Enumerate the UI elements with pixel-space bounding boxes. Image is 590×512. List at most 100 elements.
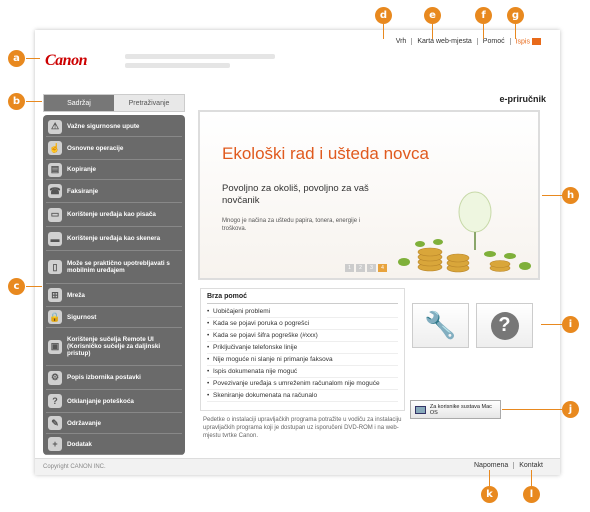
menu-item-8[interactable]: ⊞ Mreža bbox=[46, 284, 182, 307]
callout-e: e bbox=[424, 7, 441, 24]
quick-help-link[interactable]: Ispis dokumenata nije moguć bbox=[207, 366, 398, 378]
footer-links: Napomena Kontakt bbox=[469, 462, 548, 469]
mac-os-button[interactable]: Za korisnike sustava Mac OS bbox=[410, 400, 501, 419]
driver-note: Pedetke o instalaciji upravljačkih progr… bbox=[203, 417, 402, 439]
pager-4[interactable]: 4 bbox=[378, 264, 387, 272]
quick-help-panel: Brza pomoć Uobičajeni problemiKada se po… bbox=[200, 288, 405, 411]
tab-contents[interactable]: Sadržaj bbox=[44, 95, 114, 111]
quick-help-link[interactable]: Skeniranje dokumenata na računalo bbox=[207, 390, 398, 402]
menu-item-10[interactable]: ▣ Korištenje sučelja Remote UI (Korisničk… bbox=[46, 328, 182, 366]
warning-icon: ⚠ bbox=[48, 119, 62, 134]
quick-help-link[interactable]: Povezivanje uređaja s umreženim računalo… bbox=[207, 378, 398, 390]
hand-icon: ☝ bbox=[48, 141, 62, 155]
callout-f: f bbox=[475, 7, 492, 24]
gear-icon: ⚙ bbox=[48, 370, 62, 385]
banner-pager: 1 2 3 4 bbox=[345, 264, 387, 272]
quick-help-title: Brza pomoć bbox=[207, 293, 398, 304]
menu-item-label: Korištenje sučelja Remote UI (Korisničko… bbox=[67, 336, 161, 357]
menu-item-6[interactable]: ▬ Korištenje uređaja kao skenera bbox=[46, 227, 182, 251]
menu-item-11[interactable]: ⚙ Popis izbornika postavki bbox=[46, 366, 182, 390]
remote-ui-icon: ▣ bbox=[48, 339, 62, 354]
callout-line-j bbox=[502, 409, 562, 410]
sitemap-link[interactable]: Karta web-mjesta bbox=[411, 38, 476, 46]
quick-help-link[interactable]: Nije moguće ni slanje ni primanje faksov… bbox=[207, 354, 398, 366]
manual-page: Vrh Karta web-mjesta Pomoć Ispis Canon S… bbox=[35, 30, 560, 475]
menu-item-label: Može se praktično upotrebljavati s mobil… bbox=[67, 260, 170, 274]
footer: Copyright CANON INC. Napomena Kontakt bbox=[35, 458, 560, 475]
maintenance-tile[interactable]: 🔧 bbox=[412, 303, 469, 348]
menu-item-3[interactable]: ▤ Kopiranje bbox=[46, 160, 182, 180]
quick-help-link[interactable]: Priključivanje telefonske linije bbox=[207, 342, 398, 354]
menu-item-label: Važne sigurnosne upute bbox=[67, 123, 140, 130]
callout-k: k bbox=[481, 486, 498, 503]
callout-line-e bbox=[432, 24, 433, 39]
tab-search[interactable]: Pretraživanje bbox=[114, 95, 184, 111]
eco-banner[interactable]: Ekološki rad i ušteda novca Povoljno za … bbox=[198, 110, 540, 280]
callout-line-c bbox=[26, 286, 42, 287]
callout-a: a bbox=[8, 50, 25, 67]
menu-item-7[interactable]: ▯ Može se praktično upotrebljavati s mobi… bbox=[46, 251, 182, 284]
menu-item-5[interactable]: ▭ Korištenje uređaja kao pisača bbox=[46, 203, 182, 227]
copyright: Copyright CANON INC. bbox=[43, 464, 106, 470]
plus-icon: + bbox=[48, 437, 62, 451]
menu-item-9[interactable]: 🔒 Sigurnost bbox=[46, 307, 182, 328]
pager-3[interactable]: 3 bbox=[367, 264, 376, 272]
menu-item-label: Popis izbornika postavki bbox=[67, 374, 141, 381]
mobile-icon: ▯ bbox=[48, 260, 62, 274]
quick-help-list: Uobičajeni problemiKada se pojavi poruka… bbox=[207, 306, 398, 402]
menu-item-12[interactable]: ? Otklanjanje poteškoća bbox=[46, 390, 182, 413]
contact-link[interactable]: Kontakt bbox=[513, 462, 548, 469]
menu-item-label: Korištenje uređaja kao skenera bbox=[67, 235, 161, 242]
menu-item-label: Kopiranje bbox=[67, 166, 97, 173]
menu-item-2[interactable]: ☝ Osnovne operacije bbox=[46, 137, 182, 160]
callout-line-f bbox=[483, 24, 484, 39]
home-link[interactable]: Vrh bbox=[391, 38, 412, 45]
pager-1[interactable]: 1 bbox=[345, 264, 354, 272]
model-name bbox=[125, 54, 275, 72]
top-navigation: Vrh Karta web-mjesta Pomoć Ispis bbox=[391, 38, 546, 46]
lock-icon: 🔒 bbox=[48, 310, 62, 324]
menu-item-4[interactable]: ☎ Faksiranje bbox=[46, 180, 182, 203]
callout-j: j bbox=[562, 401, 579, 418]
troubleshooting-tile[interactable]: ? bbox=[476, 303, 533, 348]
notice-link[interactable]: Napomena bbox=[469, 462, 513, 469]
menu-item-1[interactable]: ⚠ Važne sigurnosne upute bbox=[46, 117, 182, 137]
menu-item-label: Korištenje uređaja kao pisača bbox=[67, 211, 156, 218]
menu-item-label: Mreža bbox=[67, 291, 85, 299]
menu-item-14[interactable]: + Dodatak bbox=[46, 434, 182, 455]
quick-help-link[interactable]: Uobičajeni problemi bbox=[207, 306, 398, 318]
callout-line-b bbox=[26, 101, 42, 102]
scanner-icon: ▬ bbox=[48, 231, 62, 246]
callout-d: d bbox=[375, 7, 392, 24]
menu-item-label: Sigurnost bbox=[67, 313, 97, 321]
coins-and-plants-illustration bbox=[398, 191, 531, 273]
menu-item-label: Otklanjanje poteškoća bbox=[67, 397, 134, 405]
quick-help-link[interactable]: Kada se pojavi šifra pogreške (#xxx) bbox=[207, 330, 398, 342]
callout-line-h bbox=[542, 195, 562, 196]
callout-line-d bbox=[383, 24, 384, 39]
callout-line-l bbox=[531, 470, 532, 486]
copy-icon: ▤ bbox=[48, 162, 62, 177]
question-icon: ? bbox=[490, 311, 519, 340]
print-link[interactable]: Ispis bbox=[509, 38, 546, 46]
wrench-icon: ✎ bbox=[48, 416, 62, 430]
wrench-icon: 🔧 bbox=[424, 310, 457, 340]
banner-subheading: Povoljno za okoliš, povoljno za vaš novč… bbox=[222, 183, 369, 206]
menu-item-13[interactable]: ✎ Održavanje bbox=[46, 413, 182, 434]
menu-item-label: Faksiranje bbox=[67, 187, 99, 195]
help-link[interactable]: Pomoć bbox=[476, 38, 510, 46]
menu-item-label: Dodatak bbox=[67, 440, 92, 448]
menu-item-label: Održavanje bbox=[67, 419, 101, 427]
mac-os-label: Za korisnike sustava Mac OS bbox=[429, 403, 492, 416]
monitor-icon bbox=[415, 405, 426, 414]
canon-logo[interactable]: Canon bbox=[45, 52, 87, 70]
callout-line-g bbox=[515, 24, 516, 39]
quick-help-link[interactable]: Kada se pojavi poruka o pogrešci bbox=[207, 318, 398, 330]
banner-text: Mnogo je načina za uštedu papira, tonera… bbox=[222, 218, 361, 232]
pager-2[interactable]: 2 bbox=[356, 264, 365, 272]
printer-icon: ▭ bbox=[48, 207, 62, 222]
callout-g: g bbox=[507, 7, 524, 24]
ebook-title: e-priručnik bbox=[499, 94, 546, 104]
question-icon: ? bbox=[48, 394, 62, 408]
callout-line-k bbox=[489, 470, 490, 486]
